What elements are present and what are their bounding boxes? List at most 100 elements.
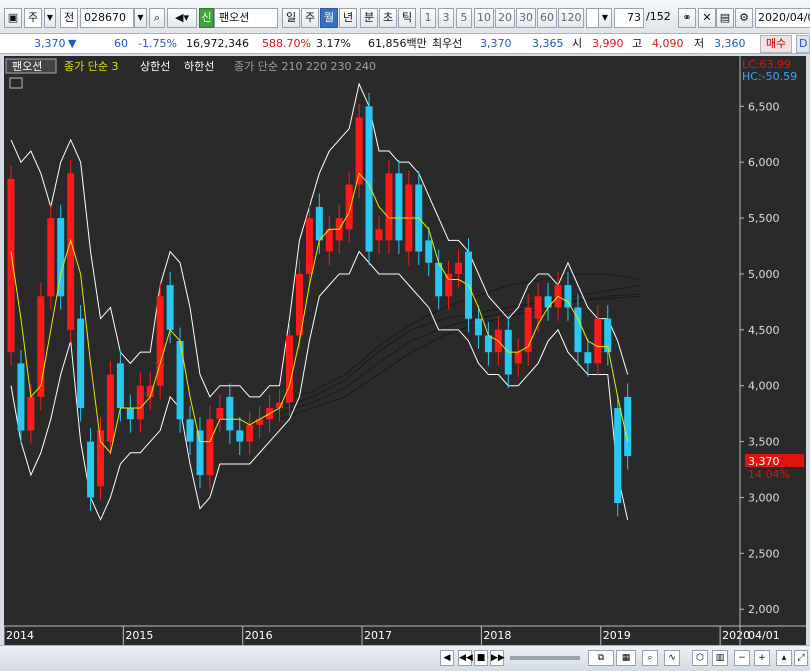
price-tick-label: 2,500 (748, 547, 780, 560)
price-tick-label: 3,000 (748, 491, 780, 504)
period-tick-tab[interactable]: 틱 (398, 8, 416, 28)
upper-band-legend: 상한선 (140, 60, 170, 73)
interval-1[interactable]: 1 (420, 8, 436, 28)
price-chart[interactable]: 2,000 2,500 3,000 3,500 4,000 4,500 5,000 5,500… (3, 56, 806, 645)
candle-body (425, 240, 433, 263)
date-tick-label: 2015 (125, 629, 153, 642)
market-dropdown-icon[interactable]: ▼ (44, 8, 56, 28)
window-menu-icon[interactable]: ▣ (4, 8, 22, 28)
candle-body (385, 173, 393, 241)
data-count-input[interactable]: 73 (614, 8, 644, 28)
price-change: 60 (114, 37, 128, 50)
price-down-icon: ▼ (68, 37, 77, 50)
candle-body (236, 430, 244, 442)
candle-body (544, 296, 552, 308)
candle-body (484, 335, 492, 353)
price-tick-label: 3,500 (748, 436, 780, 449)
price-tick-label: 5,500 (748, 212, 780, 225)
buy-button[interactable]: 매수 (760, 35, 793, 53)
scroll-left-icon[interactable]: ◀ (440, 650, 454, 666)
pattern-icon[interactable]: ⬡ (692, 650, 708, 666)
stock-code-input[interactable]: 028670 (80, 8, 134, 28)
date-tick-label: 2014 (6, 629, 34, 642)
scroll-first-icon[interactable]: ◀◀ (458, 650, 473, 666)
grid-table-icon[interactable] (9, 77, 23, 89)
date-input[interactable]: 2020/04/0 (755, 8, 810, 28)
toolbar: ▣ 주 ▼ 전 028670 ▼ ⌕ ◀▾ 신 팬오션 일 주 월 년 분 초 … (0, 0, 810, 34)
sell-button[interactable]: D (796, 35, 810, 53)
candle-body (37, 296, 45, 397)
price-tick-label: 5,000 (748, 268, 780, 281)
plus-icon[interactable]: + (754, 650, 770, 666)
period-year-tab[interactable]: 년 (339, 8, 357, 28)
interval-3[interactable]: 3 (438, 8, 454, 28)
candle-body (27, 396, 35, 431)
mode-select[interactable]: 전 (60, 8, 78, 28)
chart-canvas[interactable]: 2,000 2,500 3,000 3,500 4,000 4,500 5,000 5,500… (3, 56, 806, 645)
price-tick-label: 4,000 (748, 380, 780, 393)
interval-30[interactable]: 30 (516, 8, 536, 28)
candle-body (375, 229, 383, 241)
scroll-last-icon[interactable]: ▶▶ (490, 650, 505, 666)
date-tick-label: 2020 (722, 629, 750, 642)
period-second-tab[interactable]: 초 (379, 8, 397, 28)
minus-icon[interactable]: − (734, 650, 750, 666)
triangle-icon[interactable]: ▴ (776, 650, 792, 666)
candle-body (17, 363, 25, 431)
crosshair-icon[interactable]: ✕ (698, 8, 716, 28)
candle-body (87, 441, 95, 498)
period-minute-tab[interactable]: 분 (360, 8, 378, 28)
low-price: 3,360 (714, 37, 746, 50)
quote-bar: 3,370 ▼ 60 -1.75% 16,972,346 588.70% 3.1… (0, 34, 810, 54)
candle-body (445, 273, 453, 297)
ma3-legend: 종가 단순 3 (64, 60, 118, 73)
zoom-slider[interactable] (510, 656, 580, 660)
candle-body (226, 396, 234, 431)
expand-icon[interactable]: ⤢ (794, 650, 808, 666)
candle-body (614, 408, 622, 504)
last-price-tag: 3,370 (748, 455, 780, 468)
save-icon[interactable]: ▤ (716, 8, 734, 28)
search-icon[interactable]: ⌕ (149, 8, 165, 28)
interval-20[interactable]: 20 (495, 8, 515, 28)
code-dropdown-icon[interactable]: ▼ (134, 8, 147, 28)
interval-120[interactable]: 120 (558, 8, 584, 28)
best-bid: 3,365 (532, 37, 564, 50)
candle-body (564, 285, 572, 308)
chart-tools-icon[interactable]: ⧉ (588, 650, 614, 666)
interval-60[interactable]: 60 (537, 8, 557, 28)
period-day-tab[interactable]: 일 (282, 8, 300, 28)
trade-amount: 61,856백만 (368, 37, 427, 50)
candle-body (455, 262, 463, 274)
date-tick-label: 2017 (364, 629, 392, 642)
price-tick-label: 4,500 (748, 324, 780, 337)
zoom-in-icon[interactable]: ⌕ (642, 650, 658, 666)
color-icon[interactable]: ▥ (712, 650, 728, 666)
date-tick-label: 2016 (245, 629, 273, 642)
interval-5[interactable]: 5 (456, 8, 472, 28)
chart-name-tag: 팬오션 (12, 60, 42, 73)
candle-body (584, 352, 592, 364)
stop-icon[interactable]: ■ (474, 650, 488, 666)
interval-10[interactable]: 10 (474, 8, 494, 28)
candle-body (106, 374, 114, 442)
period-month-tab[interactable]: 월 (320, 8, 338, 28)
layout-icon[interactable]: ▦ (616, 650, 636, 666)
lower-band-legend: 하한선 (184, 59, 214, 73)
long-ma-lines (279, 273, 641, 420)
price-tick-label: 6,000 (748, 156, 780, 169)
current-price: 3,370 (34, 37, 66, 50)
sound-icon[interactable]: ◀▾ (167, 8, 197, 28)
market-select[interactable]: 주 (24, 8, 42, 28)
chart-type-icon[interactable]: ∿ (664, 650, 680, 666)
interval-dropdown-icon[interactable]: ▼ (598, 8, 612, 28)
period-week-tab[interactable]: 주 (301, 8, 319, 28)
date-tick-label: 2018 (483, 629, 511, 642)
settings-gear-icon[interactable]: ⚙ (735, 8, 753, 28)
candle-body (126, 408, 134, 420)
last-pct-tag: 14.04% (748, 468, 790, 481)
candle-body (136, 385, 144, 420)
stock-name-field[interactable]: 팬오션 (214, 8, 278, 28)
link-icon[interactable]: ⚭ (678, 8, 696, 28)
candle-body (315, 206, 323, 241)
